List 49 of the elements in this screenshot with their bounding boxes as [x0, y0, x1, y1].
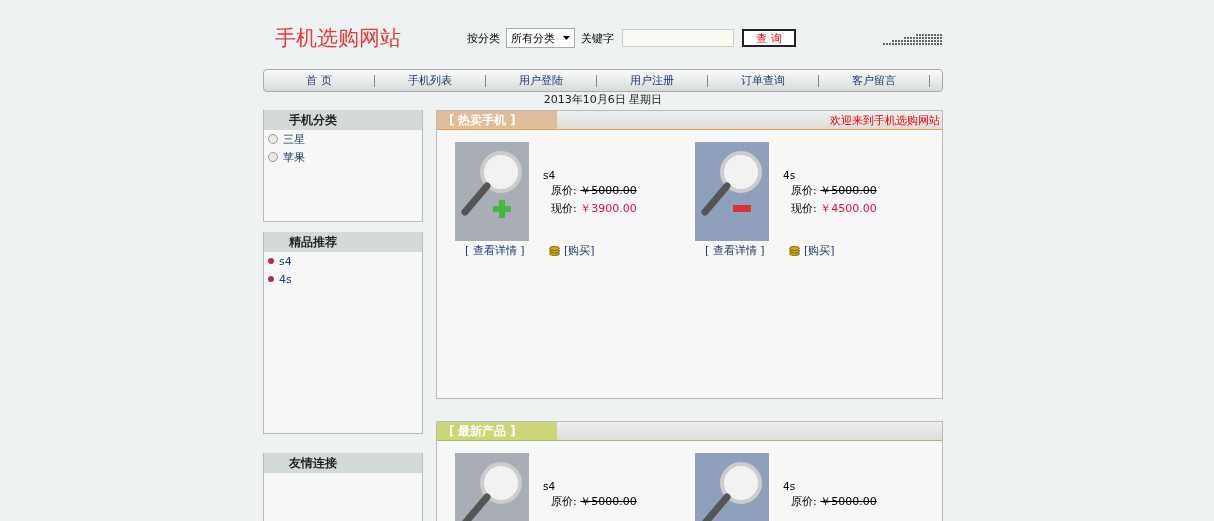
product-name: s4 [543, 479, 557, 493]
welcome-text: 欢迎来到手机选购网站 [830, 112, 941, 128]
site-title: 手机选购网站 [274, 25, 402, 52]
category-select[interactable]: 所有分类 [506, 28, 575, 48]
sidebar-link[interactable]: 三星 [283, 131, 305, 147]
original-price: ￥5000.00 [820, 184, 877, 197]
keyword-label: 关键字 [581, 30, 614, 46]
price-label: 现价: [551, 202, 577, 215]
price-label: 现价: [791, 202, 817, 215]
nav-link[interactable]: 首 页 [264, 74, 375, 87]
caret-icon [563, 36, 570, 40]
current-price: ￥4500.00 [820, 202, 877, 215]
original-price: ￥5000.00 [580, 184, 637, 197]
price-label: 原价: [791, 495, 817, 508]
original-price: ￥5000.00 [580, 495, 637, 508]
buy-link[interactable]: [购买] [564, 243, 595, 258]
product-name: 4s [783, 168, 797, 182]
nav-link[interactable]: 订单查询 [708, 74, 819, 87]
sidebar-link[interactable]: s4 [279, 254, 292, 268]
original-price: ￥5000.00 [820, 495, 877, 508]
details-link[interactable]: [ 查看详情 ] [705, 243, 785, 258]
panel-title: 精品推荐 [264, 232, 422, 252]
panel-title: 手机分类 [264, 110, 422, 130]
product-name: 4s [783, 479, 797, 493]
radio-button[interactable] [268, 152, 278, 162]
radio-button[interactable] [268, 134, 278, 144]
date-text: 2013年10月6日 星期日 [542, 92, 664, 108]
panel-title: 友情连接 [264, 453, 422, 473]
bullet-icon [268, 258, 274, 264]
nav-link[interactable]: 客户留言 [819, 74, 930, 87]
search-button[interactable]: 查 询 [742, 29, 796, 47]
price-label: 原价: [551, 184, 577, 197]
category-label: 按分类 [467, 30, 500, 46]
price-label: 原价: [791, 184, 817, 197]
price-label: 原价: [551, 495, 577, 508]
sidebar-link[interactable]: 苹果 [283, 149, 305, 165]
nav-link[interactable]: 用户注册 [597, 74, 708, 87]
nav-link[interactable]: 手机列表 [375, 74, 486, 87]
coins-icon [789, 245, 800, 256]
nav-link[interactable]: 用户登陆 [486, 74, 597, 87]
product-name: s4 [543, 168, 557, 182]
details-link[interactable]: [ 查看详情 ] [465, 243, 545, 258]
keyword-field[interactable] [622, 29, 734, 47]
sidebar-link[interactable]: 4s [279, 272, 292, 286]
dot-pattern-icon [881, 31, 943, 45]
buy-link[interactable]: [购买] [804, 243, 835, 258]
bullet-icon [268, 276, 274, 282]
coins-icon [549, 245, 560, 256]
current-price: ￥3900.00 [580, 202, 637, 215]
